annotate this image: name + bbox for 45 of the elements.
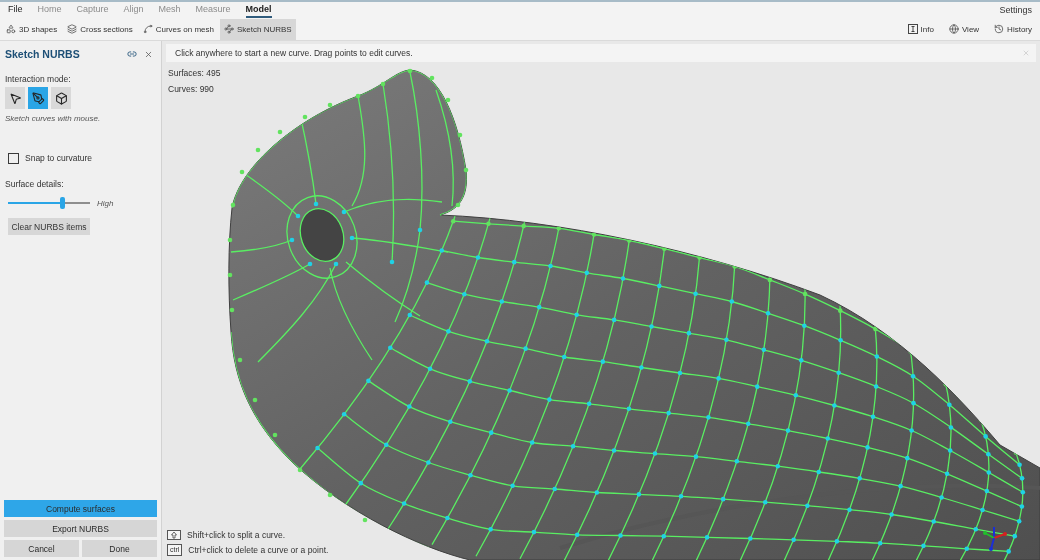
box-icon [54,91,68,105]
toolbar-button[interactable]: Info [903,18,938,40]
shapes-icon [6,24,16,34]
settings-link[interactable]: Settings [999,5,1032,15]
shift-key-icon [167,530,181,540]
menu-tab[interactable]: Model [245,2,272,18]
shortcut-text: Ctrl+click to delete a curve or a point. [188,545,329,555]
section-label: Surface details: [5,178,64,190]
clear-items-button[interactable]: Clear NURBS items [8,218,90,235]
action-button[interactable]: Export NURBS [4,520,157,537]
node-network-icon [223,24,234,34]
snap-checkbox[interactable] [8,152,19,164]
mode-button[interactable] [5,87,25,109]
spline-curve-icon [142,24,153,34]
footer-button[interactable]: Cancel [4,540,79,557]
link-icon[interactable] [127,49,137,59]
ribbon-tab[interactable]: 3D shapes [2,18,62,40]
toolbar-button[interactable]: View [944,18,984,40]
toolbar-button[interactable]: History [990,18,1036,40]
menu-tab[interactable]: File [8,2,23,18]
pointer-icon [8,91,22,105]
mode-hint: Sketch curves with mouse. [5,113,101,125]
stats-text: Surfaces: 495 [168,67,221,80]
footer-button[interactable]: Done [82,540,157,557]
slider-thumb[interactable] [59,197,65,209]
ribbon-tab[interactable]: Sketch NURBS [219,18,296,40]
checkbox-label: Snap to curvature [25,153,93,163]
layers-icon [67,24,78,34]
stats-text: Curves: 990 [168,83,214,96]
mode-button[interactable] [28,87,48,109]
ribbon-tab[interactable]: Curves on mesh [138,18,218,40]
close-icon[interactable] [144,49,153,59]
slider-value-label: High [97,198,114,208]
section-label: Interaction mode: [5,73,71,85]
history-icon [994,24,1005,34]
info-icon [907,24,918,34]
ribbon-tab[interactable]: Cross sections [63,18,137,40]
hint-text: Click anywhere to start a new curve. Drag points to edit curves. [175,48,413,58]
panel-title: Sketch NURBS [5,48,80,60]
shortcut-text: Shift+click to split a curve. [187,530,286,540]
globe-icon [948,24,959,34]
axis-gizmo-icon [981,525,1007,551]
mode-button[interactable] [51,87,71,109]
action-button[interactable]: Compute surfaces [4,500,157,517]
pen-icon [31,91,45,105]
